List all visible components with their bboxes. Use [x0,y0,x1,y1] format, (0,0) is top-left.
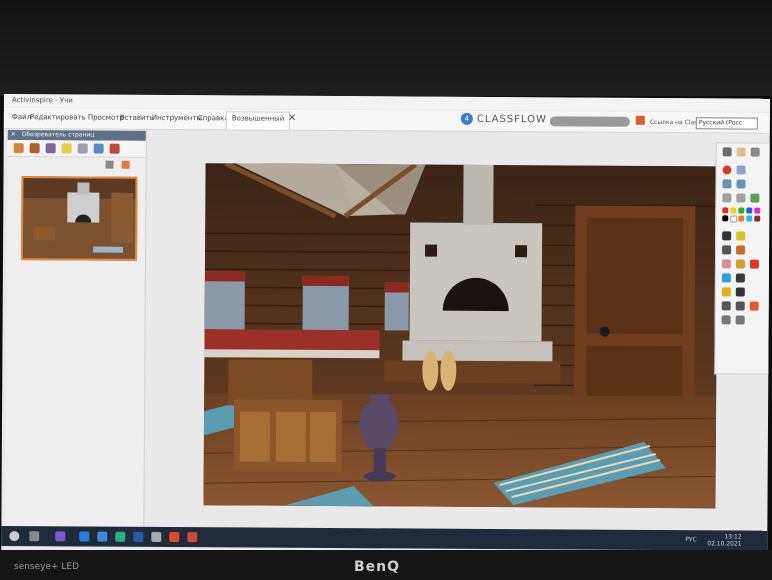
undo-icon[interactable] [721,301,731,311]
voting-icon[interactable] [109,143,120,154]
language-select[interactable]: Русский (Росс [695,117,758,130]
color-red-swatch[interactable] [722,207,729,214]
monitor-bezel-top [0,0,772,96]
classflow-search-input[interactable] [549,116,630,127]
task-view-icon[interactable] [29,531,40,542]
objects-icon[interactable] [45,143,56,154]
toolbox-notes-icon[interactable] [736,147,746,157]
panel-title: Обозреватель страниц [21,131,95,139]
color-green-swatch[interactable] [738,207,745,214]
classflow-logo-icon: 4 [460,112,473,125]
page-thumbnail-image [22,178,136,259]
screen: ActivInspire - Учи Файл Редактировать Пр… [1,94,770,557]
menu-help[interactable]: Справка [198,114,229,122]
classflow-label: CLASSFLOW [476,113,547,126]
store-icon[interactable] [115,531,126,542]
app-icon[interactable] [55,531,66,542]
next-page-icon[interactable] [736,179,746,189]
color-magenta-swatch[interactable] [754,207,761,214]
search-taskbar-icon[interactable] [9,531,20,542]
select-icon[interactable] [722,245,732,255]
main-toolbox [714,142,770,375]
color-yellow-swatch[interactable] [730,207,737,214]
search-icon[interactable] [736,165,746,175]
monitor-sticker: senseye+ LED [14,562,80,572]
menu-insert[interactable]: Вставить [120,114,154,122]
list-view-icon[interactable] [121,160,130,169]
properties-icon[interactable] [77,143,88,154]
pen-icon[interactable] [722,231,732,241]
prev-page-icon[interactable] [722,179,732,189]
page-icon[interactable] [13,143,24,154]
menu-tools[interactable]: Инструменты [152,114,202,122]
flipchart-canvas[interactable] [203,163,718,509]
toolbox-menu-icon[interactable] [722,147,732,157]
camera-icon[interactable] [736,193,746,203]
color-cyan-swatch[interactable] [746,215,753,222]
fill-icon[interactable] [735,259,746,269]
close-tab-icon[interactable]: ✕ [288,113,296,124]
panel-close-icon[interactable]: ✕ [11,130,16,140]
shape-icon[interactable] [721,273,731,283]
classflow-share-icon[interactable] [635,115,645,125]
magic-ink-icon[interactable] [736,245,746,255]
grid-view-icon[interactable] [105,160,114,169]
notes-icon[interactable] [61,143,72,154]
clear-icon[interactable] [749,301,759,311]
izba-scene-image [203,163,718,509]
window-title: ActivInspire - Учи [11,96,73,105]
page-thumbnail[interactable] [20,176,138,261]
menu-file[interactable]: Файл [12,113,31,121]
stop-icon[interactable] [722,165,732,175]
redo-icon[interactable] [735,301,745,311]
lock-icon[interactable] [749,259,760,269]
monitor-brand-logo: BenQ [354,559,401,575]
powerpoint-icon[interactable] [169,532,180,543]
clock-date: 02.10.2021 [707,540,742,548]
connector-icon[interactable] [735,273,745,283]
color-brown-swatch[interactable] [754,215,761,222]
edge-icon[interactable] [97,531,108,542]
menu-view[interactable]: Просмотр [88,114,124,122]
menu-flipchart-tab[interactable]: Возвышенный [225,111,291,130]
menu-edit[interactable]: Редактировать [30,113,86,121]
page-browser-panel: ✕ Обозреватель страниц [5,130,147,531]
reset-icon[interactable] [721,315,731,325]
folder-icon[interactable] [721,287,731,297]
color-black-swatch[interactable] [722,215,729,222]
zoom-icon[interactable] [79,531,90,542]
language-indicator[interactable]: РУС [685,536,697,543]
color-blue-swatch[interactable] [746,207,753,214]
explorer-icon[interactable] [151,531,162,542]
clock[interactable]: 13:12 02.10.2021 [707,533,741,547]
word-icon[interactable] [133,531,144,542]
activinspire-taskbar-icon[interactable] [187,532,198,543]
eraser-icon[interactable] [721,259,732,269]
screen-icon[interactable] [722,193,732,203]
actions-icon[interactable] [93,143,104,154]
taskbar: РУС 13:12 02.10.2021 [1,525,768,551]
highlighter-icon[interactable] [736,231,746,241]
panel-toolbar [7,140,146,158]
spotlight-icon[interactable] [750,193,760,203]
color-orange-swatch[interactable] [738,215,745,222]
toolbox-collapse-icon[interactable] [750,147,760,157]
color-white-swatch[interactable] [730,215,738,223]
resources-icon[interactable] [29,143,40,154]
page-reset-icon[interactable] [735,315,745,325]
text-icon[interactable] [735,287,745,297]
